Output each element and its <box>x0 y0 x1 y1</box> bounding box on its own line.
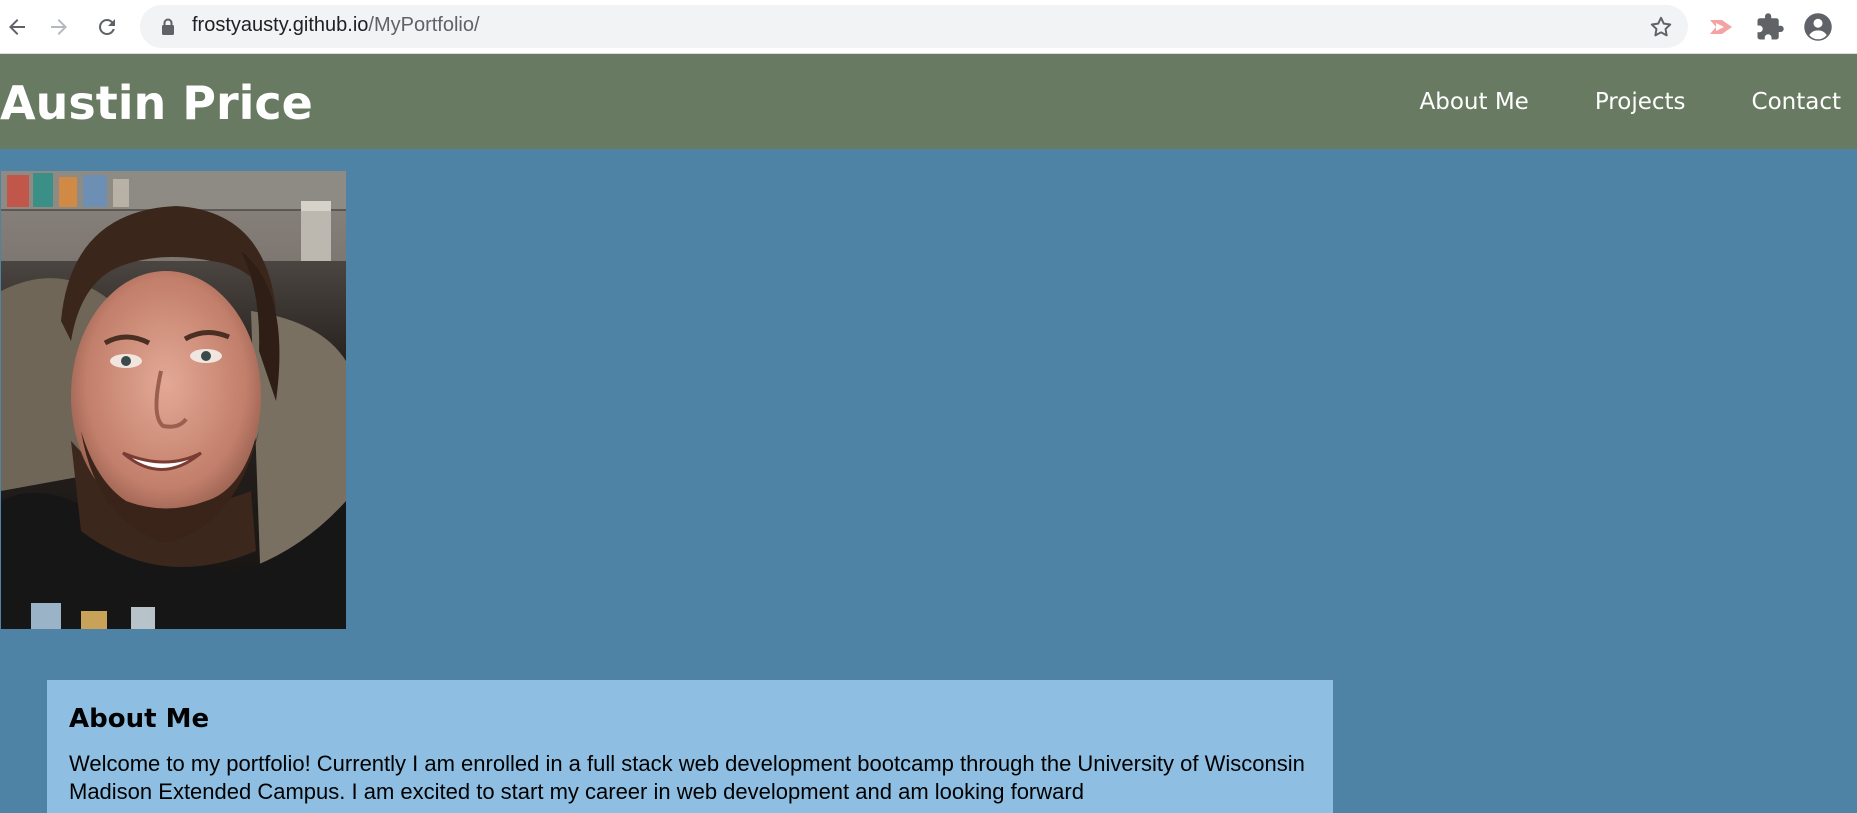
puzzle-icon[interactable] <box>1755 12 1785 42</box>
about-text: Welcome to my portfolio! Currently I am … <box>69 751 1305 804</box>
lock-icon[interactable] <box>161 18 175 35</box>
extension-icon[interactable] <box>1706 12 1736 42</box>
nav-link-projects[interactable]: Projects <box>1595 89 1686 115</box>
forward-icon[interactable] <box>42 10 76 44</box>
browser-toolbar: frostyausty.github.io/MyPortfolio/ <box>0 0 1857 54</box>
url-path: /MyPortfolio/ <box>368 14 480 36</box>
profile-icon[interactable] <box>1803 12 1833 42</box>
site-title: Austin Price <box>0 76 313 130</box>
star-icon[interactable] <box>1648 14 1674 40</box>
url-host: frostyausty.github.io <box>192 14 369 36</box>
nav-link-about-me[interactable]: About Me <box>1420 89 1529 115</box>
address-bar[interactable]: frostyausty.github.io/MyPortfolio/ <box>140 5 1688 48</box>
site-nav: About Me Projects Contact <box>1354 89 1857 115</box>
nav-link-contact[interactable]: Contact <box>1752 89 1841 115</box>
back-icon[interactable] <box>0 10 34 44</box>
site-header: Austin Price About Me Projects Contact <box>0 54 1857 149</box>
reload-icon[interactable] <box>90 10 124 44</box>
about-section: About Me Welcome to my portfolio! Curren… <box>47 680 1333 813</box>
about-heading: About Me <box>69 704 210 734</box>
url-text[interactable]: frostyausty.github.io/MyPortfolio/ <box>192 14 480 37</box>
profile-photo <box>1 171 346 629</box>
